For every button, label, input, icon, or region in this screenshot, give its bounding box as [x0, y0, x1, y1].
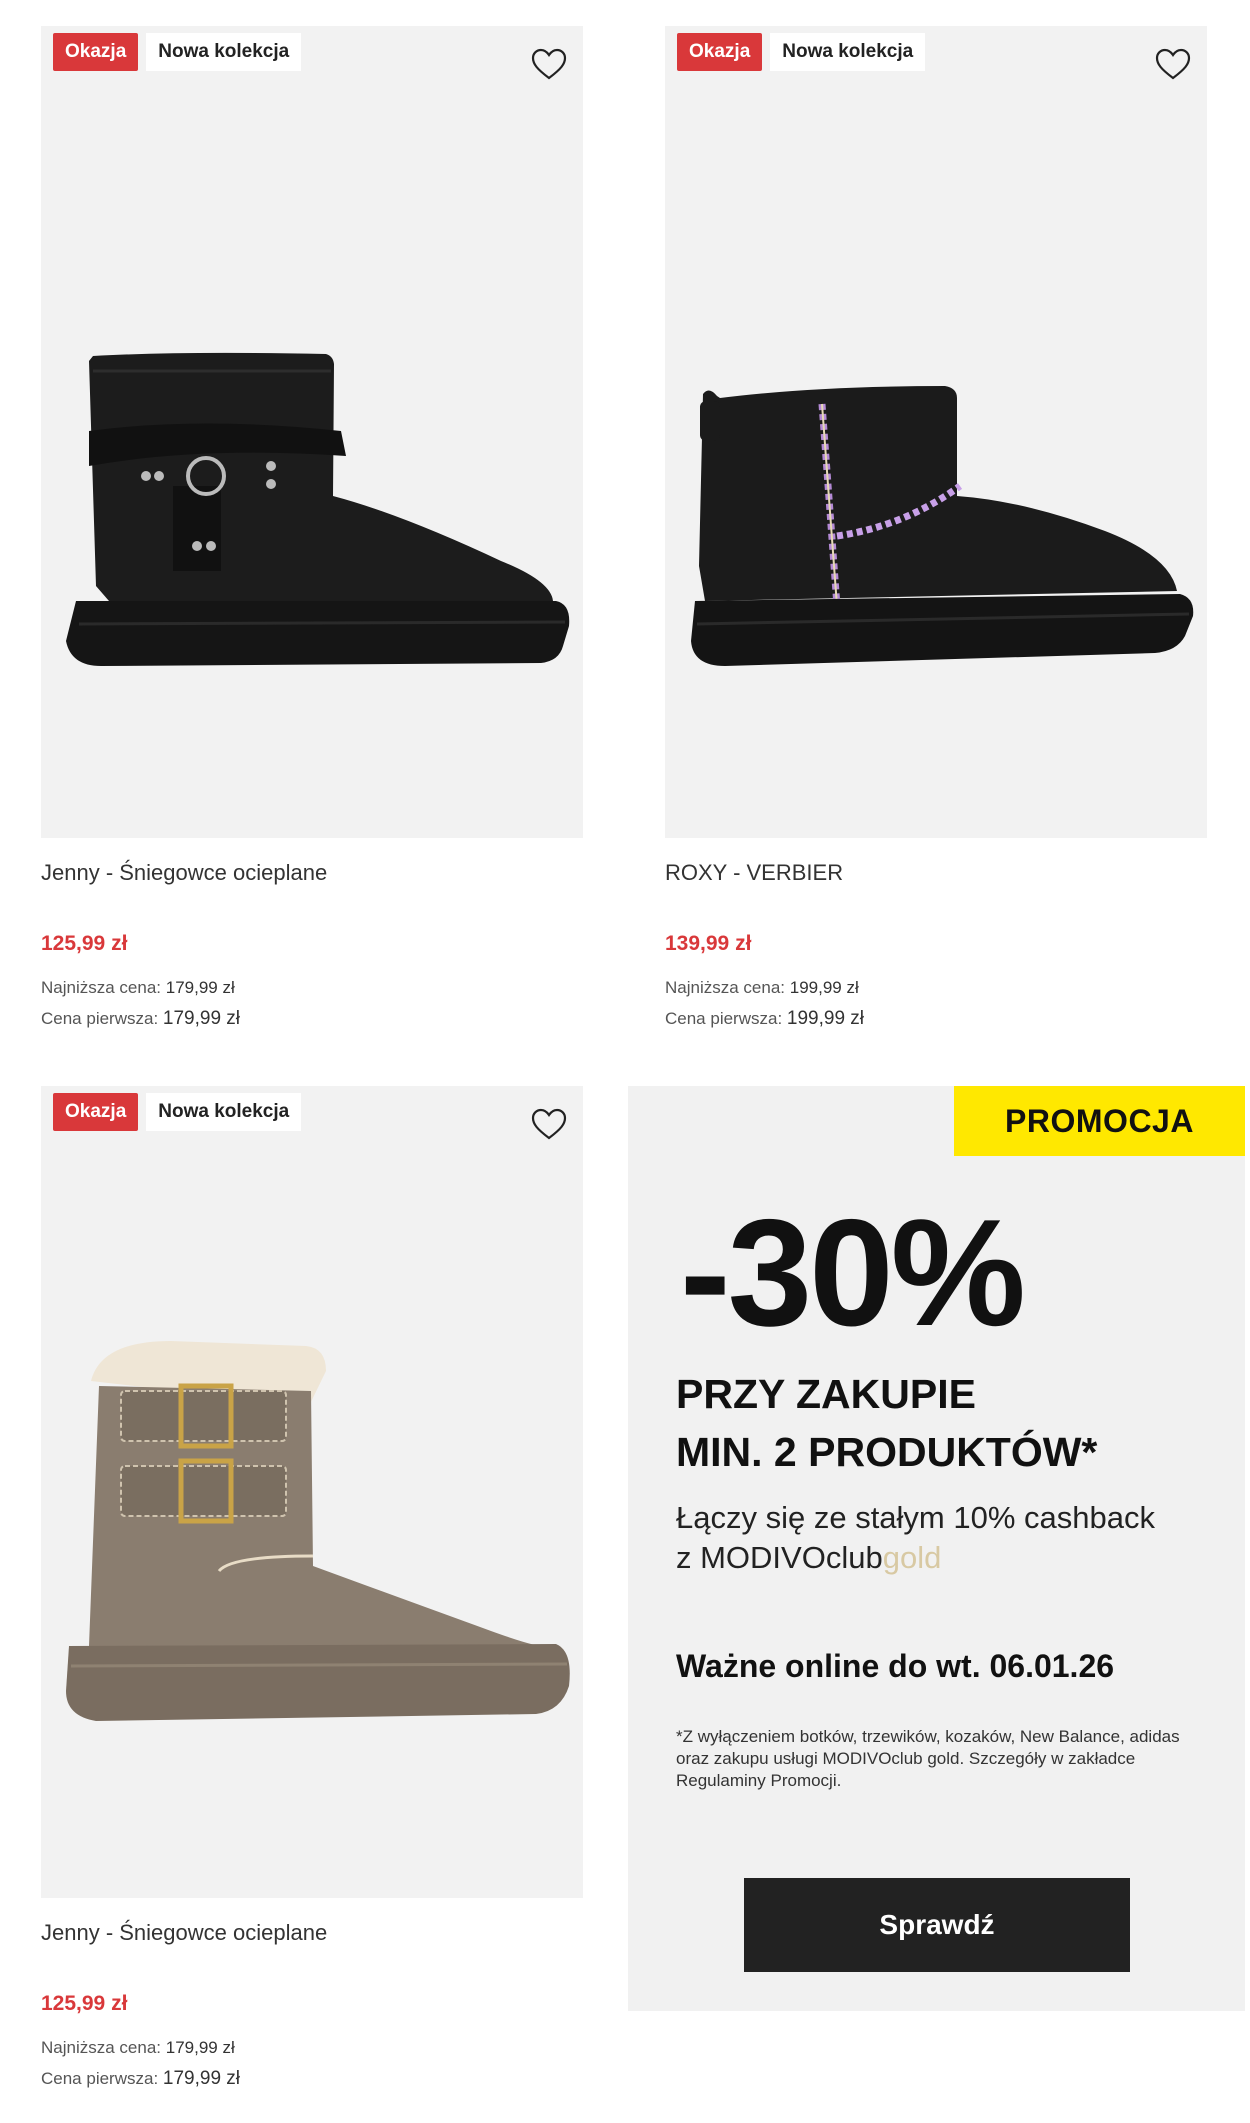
- black-stitched-boot-image: [691, 386, 1194, 666]
- first-price: Cena pierwsza: 179,99 zł: [41, 2068, 240, 2090]
- check-button[interactable]: Sprawdź: [744, 1878, 1130, 1972]
- promo-label: PROMOCJA: [954, 1086, 1245, 1156]
- sale-badge: Okazja: [53, 33, 139, 71]
- product-image[interactable]: Okazja Nowa kolekcja: [41, 1086, 583, 1898]
- new-collection-badge: Nowa kolekcja: [770, 33, 926, 71]
- product-name[interactable]: Jenny - Śniegowce ocieplane: [41, 1920, 327, 1946]
- first-price: Cena pierwsza: 179,99 zł: [41, 1008, 240, 1030]
- promo-line-1: PRZY ZAKUPIE: [676, 1371, 976, 1417]
- lowest-price-value: 199,99 zł: [789, 978, 859, 997]
- first-price: Cena pierwsza: 199,99 zł: [665, 1008, 864, 1030]
- lowest-price: Najniższa cena: 179,99 zł: [41, 2038, 235, 2058]
- heart-icon[interactable]: [529, 1105, 569, 1145]
- taupe-buckle-boot-image: [66, 1341, 570, 1721]
- sale-badge: Okazja: [53, 1093, 139, 1131]
- heart-icon[interactable]: [1153, 45, 1193, 85]
- first-price-label: Cena pierwsza:: [41, 1009, 159, 1028]
- lowest-price-label: Najniższa cena:: [41, 978, 162, 997]
- lowest-price-value: 179,99 zł: [165, 978, 235, 997]
- lowest-price: Najniższa cena: 199,99 zł: [665, 978, 859, 998]
- first-price-value: 179,99 zł: [162, 1008, 241, 1029]
- heart-icon[interactable]: [529, 45, 569, 85]
- first-price-value: 179,99 zł: [162, 2068, 241, 2089]
- product-name[interactable]: Jenny - Śniegowce ocieplane: [41, 860, 327, 886]
- sale-badge: Okazja: [677, 33, 763, 71]
- new-collection-badge: Nowa kolekcja: [146, 33, 302, 71]
- lowest-price-label: Najniższa cena:: [41, 2038, 162, 2057]
- lowest-price: Najniższa cena: 179,99 zł: [41, 978, 235, 998]
- new-collection-badge: Nowa kolekcja: [146, 1093, 302, 1131]
- product-price: 125,99 zł: [41, 1992, 128, 2015]
- club-name: z MODIVOclub: [676, 1540, 883, 1575]
- product-name[interactable]: ROXY - VERBIER: [665, 860, 843, 886]
- club-gold: gold: [882, 1540, 942, 1575]
- promo-club-line: z MODIVOclubgold: [676, 1538, 941, 1578]
- promo-discount: -30%: [680, 1188, 1026, 1358]
- product-price: 139,99 zł: [665, 932, 752, 955]
- promo-line-2: MIN. 2 PRODUKTÓW*: [676, 1429, 1098, 1475]
- product-price: 125,99 zł: [41, 932, 128, 955]
- first-price-label: Cena pierwsza:: [41, 2069, 159, 2088]
- first-price-value: 199,99 zł: [786, 1008, 865, 1029]
- product-image[interactable]: Okazja Nowa kolekcja: [41, 26, 583, 838]
- promo-validity: Ważne online do wt. 06.01.26: [676, 1648, 1115, 1684]
- first-price-label: Cena pierwsza:: [665, 1009, 783, 1028]
- product-image[interactable]: Okazja Nowa kolekcja: [665, 26, 1207, 838]
- promo-cashback-line: Łączy się ze stałym 10% cashback: [676, 1500, 1155, 1535]
- promo-banner[interactable]: PROMOCJA -30% PRZY ZAKUPIE MIN. 2 PRODUK…: [628, 1086, 1245, 2011]
- lowest-price-value: 179,99 zł: [165, 2038, 235, 2057]
- promo-fine-print: *Z wyłączeniem botków, trzewików, kozakó…: [676, 1727, 1180, 1790]
- lowest-price-label: Najniższa cena:: [665, 978, 786, 997]
- black-harness-boot-image: [66, 352, 570, 666]
